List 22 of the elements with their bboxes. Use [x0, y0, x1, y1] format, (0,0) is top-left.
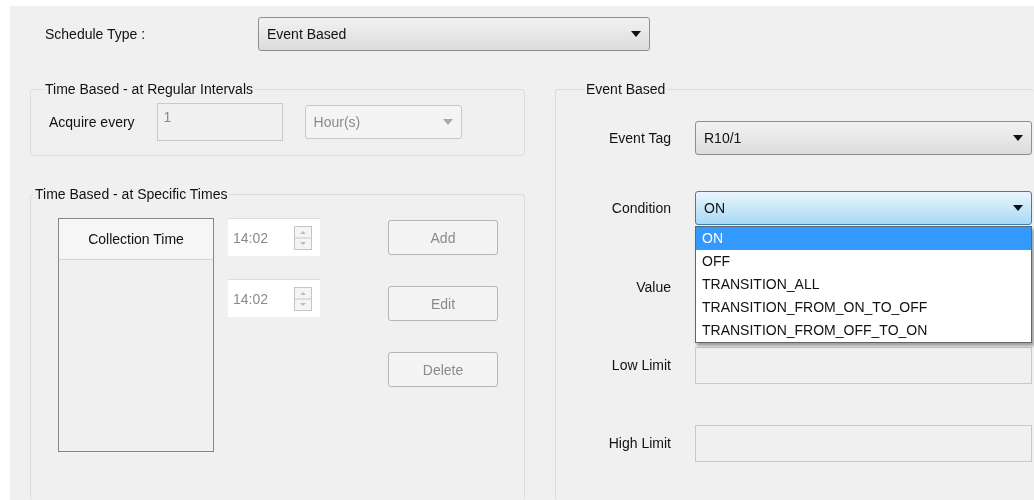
caret-icon [1013, 205, 1023, 211]
field-label: Condition [610, 200, 671, 216]
dropdown-option[interactable]: OFF [696, 250, 1031, 273]
dropdown-option[interactable]: TRANSITION_FROM_ON_TO_OFF [696, 296, 1031, 319]
dropdown-option[interactable]: TRANSITION_ALL [696, 273, 1031, 296]
field-label: Acquire every [49, 114, 135, 130]
caret-icon [631, 31, 641, 37]
caret-icon [1013, 135, 1023, 141]
field-label: Schedule Type : [45, 26, 147, 42]
dropdown[interactable]: R10/1 [695, 121, 1032, 155]
schedule-type-dropdown[interactable]: Event Based [258, 17, 650, 51]
caret-icon [442, 119, 453, 125]
group-title: Event Based [585, 81, 667, 97]
column-header[interactable]: Collection Time [59, 219, 213, 260]
dropdown-option[interactable]: TRANSITION_FROM_OFF_TO_ON [696, 319, 1031, 342]
list-box[interactable]: Collection Time [58, 218, 214, 452]
group-title: Time Based - at Regular Intervals [44, 81, 254, 97]
field-label: Value [635, 279, 671, 295]
field-label: High Limit [607, 435, 671, 451]
field-label: Low Limit [610, 357, 671, 373]
field-label: Event Tag [608, 130, 671, 146]
group-title: Time Based - at Specific Times [34, 186, 229, 202]
